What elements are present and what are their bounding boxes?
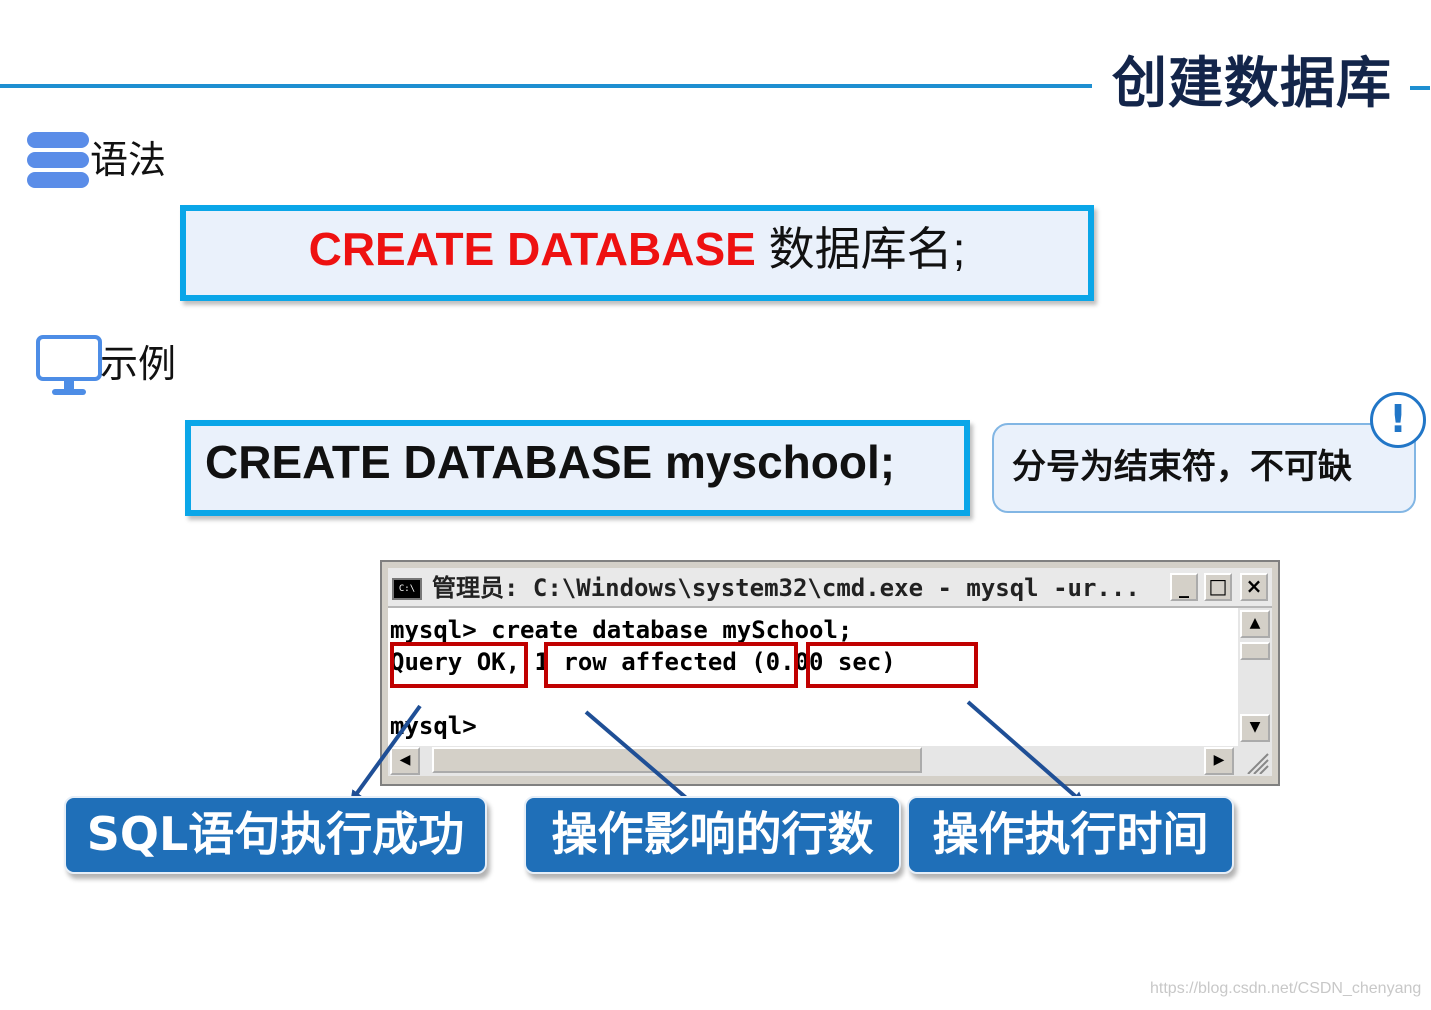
scroll-up-button[interactable]: ▲ — [1240, 610, 1270, 638]
exclamation-icon: ! — [1370, 392, 1426, 448]
note-callout: 分号为结束符，不可缺 — [992, 423, 1416, 513]
server-icon — [27, 132, 89, 188]
callout-exec-time: 操作执行时间 — [907, 796, 1234, 874]
scroll-left-button[interactable]: ◀ — [390, 747, 420, 775]
maximize-button[interactable]: □ — [1204, 573, 1232, 601]
page-title: 创建数据库 — [1112, 51, 1393, 115]
scroll-down-button[interactable]: ▼ — [1240, 714, 1270, 742]
cmd-title: 管理员: C:\Windows\system32\cmd.exe - mysql… — [432, 574, 1140, 602]
syntax-code-box: CREATE DATABASE 数据库名; — [180, 205, 1094, 301]
console-line: mysql> — [390, 712, 477, 740]
example-label: 示例 — [100, 342, 177, 386]
cmd-titlebar[interactable]: C:\ 管理员: C:\Windows\system32\cmd.exe - m… — [388, 568, 1272, 608]
query-ok-highlight — [390, 642, 528, 688]
monitor-icon — [36, 335, 102, 395]
example-code-box: CREATE DATABASE myschool; — [185, 420, 970, 516]
scroll-right-button[interactable]: ▶ — [1204, 747, 1234, 775]
syntax-code: CREATE DATABASE 数据库名; — [186, 219, 1088, 279]
watermark: https://blog.csdn.net/CSDN_chenyang — [1150, 980, 1422, 997]
resize-grip-icon[interactable] — [1240, 748, 1270, 774]
syntax-label: 语法 — [90, 138, 167, 182]
example-code: CREATE DATABASE myschool; — [205, 436, 896, 488]
close-button[interactable]: × — [1240, 573, 1268, 601]
horizontal-scroll-thumb[interactable] — [432, 747, 922, 773]
exec-time-highlight — [806, 642, 978, 688]
syntax-placeholder: 数据库名; — [755, 223, 966, 275]
callout-rows-affected: 操作影响的行数 — [524, 796, 901, 874]
console-output[interactable]: mysql> create database mySchool; Query O… — [388, 608, 1238, 746]
cmd-app-icon: C:\ — [392, 578, 422, 600]
cmd-window: C:\ 管理员: C:\Windows\system32\cmd.exe - m… — [380, 560, 1280, 786]
vertical-scrollbar[interactable]: ▲ ▼ — [1238, 608, 1272, 746]
horizontal-scrollbar[interactable]: ◀ ▶ — [388, 746, 1272, 776]
note-text: 分号为结束符，不可缺 — [1012, 447, 1352, 487]
header-divider — [0, 84, 1092, 88]
syntax-keyword: CREATE DATABASE — [308, 223, 756, 275]
minimize-button[interactable]: _ — [1170, 573, 1198, 601]
vertical-scroll-thumb[interactable] — [1240, 642, 1270, 660]
rows-affected-highlight — [544, 642, 798, 688]
header-divider-tail — [1410, 86, 1430, 90]
callout-success: SQL语句执行成功 — [64, 796, 487, 874]
